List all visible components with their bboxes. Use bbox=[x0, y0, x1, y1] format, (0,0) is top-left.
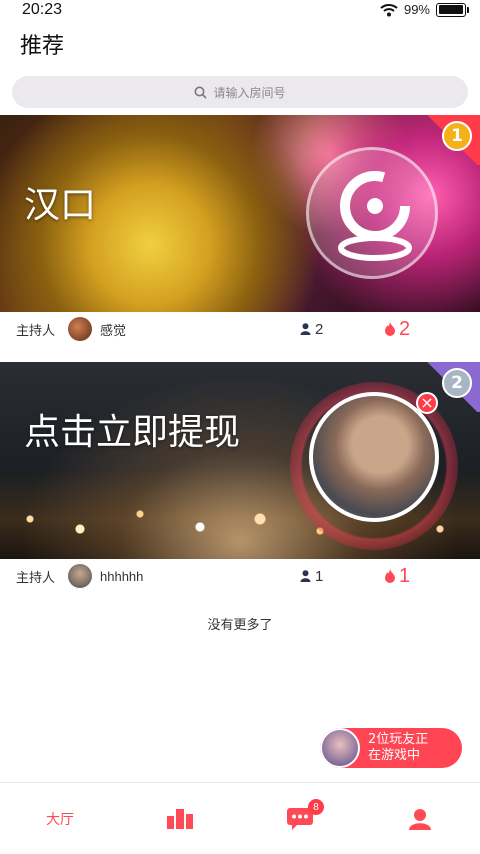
profile-icon bbox=[409, 809, 431, 830]
wifi-icon bbox=[380, 3, 398, 16]
host-label: 主持人 bbox=[16, 570, 56, 586]
gold-medal-icon: 1 bbox=[442, 121, 472, 151]
silver-medal-icon: 2 bbox=[442, 368, 472, 398]
search-placeholder: 请输入房间号 bbox=[213, 85, 286, 100]
close-icon[interactable]: × bbox=[416, 392, 438, 414]
music-logo-icon bbox=[306, 147, 438, 279]
listener-count: 1 bbox=[300, 568, 323, 585]
tab-hall[interactable]: 大厅 bbox=[0, 783, 120, 854]
banner-line-1: 2位玩友正 bbox=[368, 732, 429, 747]
person-icon bbox=[300, 570, 311, 582]
message-badge: 8 bbox=[308, 799, 324, 815]
rank-badge: 1 bbox=[424, 115, 480, 165]
room-title: 汉口 bbox=[24, 185, 97, 226]
players-online-banner[interactable]: 2位玩友正 在游戏中 bbox=[320, 728, 462, 768]
room-title: 点击立即提现 bbox=[24, 412, 241, 453]
host-label: 主持人 bbox=[16, 323, 56, 339]
room-cover[interactable]: 汉口 1 bbox=[0, 115, 480, 312]
person-icon bbox=[300, 323, 311, 335]
heat-count-value: 2 bbox=[399, 317, 411, 340]
status-bar: 20:23 99% bbox=[0, 0, 480, 22]
flame-icon bbox=[385, 569, 395, 583]
search-input[interactable]: 请输入房间号 bbox=[12, 76, 468, 108]
avatar bbox=[68, 317, 92, 341]
room-meta: 主持人 感觉 2 2 bbox=[0, 312, 480, 346]
tab-bar: 大厅 8 bbox=[0, 782, 480, 854]
banner-text: 2位玩友正 在游戏中 bbox=[368, 732, 428, 764]
list-end-text: 没有更多了 bbox=[207, 618, 273, 633]
flame-icon bbox=[385, 322, 395, 336]
status-time: 20:23 bbox=[22, 1, 63, 18]
banner-line-2: 在游戏中 bbox=[368, 748, 421, 763]
room-card[interactable]: 汉口 1 主持人 感觉 2 2 bbox=[0, 115, 480, 346]
ranking-icon bbox=[167, 809, 193, 829]
battery-percent: 99% bbox=[403, 2, 430, 17]
status-right: 99% bbox=[380, 2, 469, 17]
tab-hall-label: 大厅 bbox=[46, 812, 74, 828]
listener-count: 2 bbox=[300, 321, 323, 338]
page-title: 推荐 bbox=[20, 34, 65, 59]
listener-count-value: 2 bbox=[315, 320, 324, 338]
search-icon bbox=[194, 86, 208, 99]
tab-profile[interactable] bbox=[360, 783, 480, 854]
listener-count-value: 1 bbox=[315, 567, 324, 585]
heat-count: 1 bbox=[384, 565, 410, 588]
tab-ranking[interactable] bbox=[120, 783, 240, 854]
room-meta: 主持人 hhhhhh 1 1 bbox=[0, 559, 480, 593]
host-name: hhhhhh bbox=[100, 568, 144, 584]
avatar bbox=[320, 728, 360, 768]
heat-count-value: 1 bbox=[399, 564, 411, 587]
battery-icon bbox=[436, 2, 469, 17]
avatar bbox=[68, 564, 92, 588]
host-name: 感觉 bbox=[100, 322, 127, 338]
tab-messages[interactable]: 8 bbox=[240, 783, 360, 854]
heat-count: 2 bbox=[384, 318, 410, 341]
